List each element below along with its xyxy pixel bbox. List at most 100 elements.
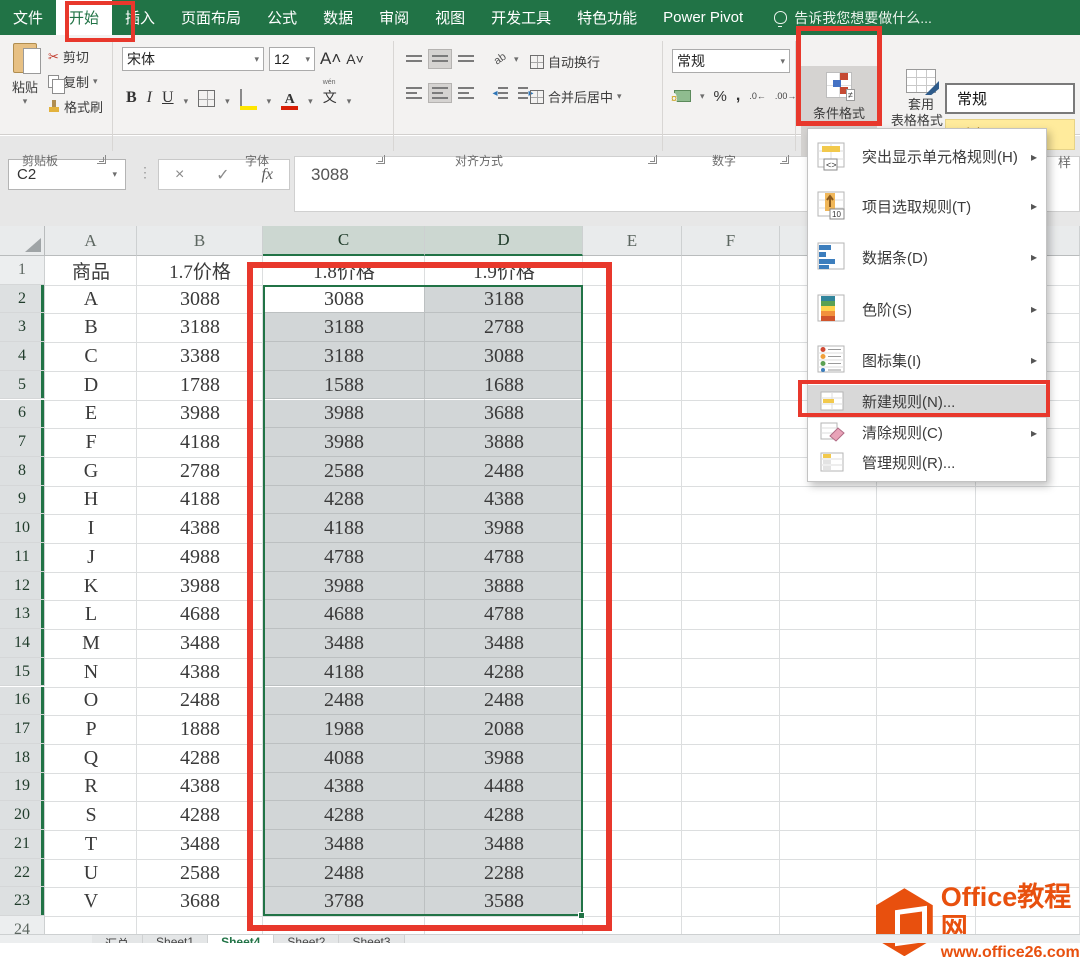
cell-D6[interactable]: 3688: [425, 400, 583, 429]
cell-D11[interactable]: 4788: [425, 543, 583, 572]
copy-button[interactable]: 复制▾: [48, 72, 103, 91]
borders-button[interactable]: [198, 90, 215, 107]
row-header-12[interactable]: 12: [0, 572, 45, 601]
cell-D9[interactable]: 4388: [425, 486, 583, 515]
underline-button[interactable]: U: [162, 89, 174, 107]
cell-D21[interactable]: 3488: [425, 830, 583, 859]
column-header-E[interactable]: E: [583, 226, 682, 256]
cell-B21[interactable]: 3488: [137, 830, 263, 859]
column-header-F[interactable]: F: [682, 226, 780, 256]
merge-center-button[interactable]: 合并后居中▾: [530, 87, 622, 106]
bold-button[interactable]: B: [126, 89, 137, 107]
row-header-13[interactable]: 13: [0, 600, 45, 629]
row-header-2[interactable]: 2: [0, 285, 45, 314]
cell-C4[interactable]: 3188: [263, 342, 425, 371]
row-header-18[interactable]: 18: [0, 744, 45, 773]
cell-D22[interactable]: 2288: [425, 859, 583, 888]
cell-A13[interactable]: L: [45, 600, 137, 629]
menubar-tab-视图[interactable]: 视图: [422, 0, 478, 35]
cell-C5[interactable]: 1588: [263, 371, 425, 400]
cell-D12[interactable]: 3888: [425, 572, 583, 601]
cell-C14[interactable]: 3488: [263, 629, 425, 658]
row-header-1[interactable]: 1: [0, 256, 45, 285]
menubar-tab-开发工具[interactable]: 开发工具: [478, 0, 564, 35]
cut-button[interactable]: ✂ 剪切: [48, 47, 103, 66]
sheet-tab-Sheet4[interactable]: Sheet4: [208, 935, 274, 943]
align-middle-button[interactable]: [428, 49, 452, 69]
sheet-tab-Sheet1[interactable]: Sheet1: [143, 935, 208, 943]
cell-D14[interactable]: 3488: [425, 629, 583, 658]
cell-A22[interactable]: U: [45, 859, 137, 888]
cell-B23[interactable]: 3688: [137, 887, 263, 916]
cell-C9[interactable]: 4288: [263, 486, 425, 515]
align-right-button[interactable]: [454, 83, 478, 103]
align-center-button[interactable]: [428, 83, 452, 103]
cell-A6[interactable]: E: [45, 400, 137, 429]
cell-B22[interactable]: 2588: [137, 859, 263, 888]
cell-C1[interactable]: 1.8价格: [263, 256, 425, 285]
cell-B4[interactable]: 3388: [137, 342, 263, 371]
cell-D15[interactable]: 4288: [425, 658, 583, 687]
cf-menu-item-data-bars[interactable]: 数据条(D)▸: [808, 231, 1046, 283]
cell-D10[interactable]: 3988: [425, 514, 583, 543]
sheet-tab-Sheet2[interactable]: Sheet2: [274, 935, 339, 943]
comma-style-button[interactable]: ,: [736, 87, 740, 105]
row-header-24[interactable]: 24: [0, 916, 45, 935]
tell-me-box[interactable]: 告诉我您想要做什么...: [774, 0, 932, 35]
cell-B10[interactable]: 4388: [137, 514, 263, 543]
cell-A20[interactable]: S: [45, 801, 137, 830]
cell-A2[interactable]: A: [45, 285, 137, 314]
row-header-19[interactable]: 19: [0, 773, 45, 802]
cell-D19[interactable]: 4488: [425, 773, 583, 802]
cell-C21[interactable]: 3488: [263, 830, 425, 859]
cf-menu-item-highlight-cells-rules[interactable]: <>突出显示单元格规则(H)▸: [808, 132, 1046, 181]
cell-B13[interactable]: 4688: [137, 600, 263, 629]
cell-A8[interactable]: G: [45, 457, 137, 486]
cell-C23[interactable]: 3788: [263, 887, 425, 916]
menubar-tab-开始[interactable]: 开始: [56, 0, 112, 35]
menubar-tab-Power Pivot[interactable]: Power Pivot: [650, 0, 756, 35]
cell-D5[interactable]: 1688: [425, 371, 583, 400]
cell-D4[interactable]: 3088: [425, 342, 583, 371]
menubar-tab-审阅[interactable]: 审阅: [366, 0, 422, 35]
row-header-3[interactable]: 3: [0, 313, 45, 342]
formula-bar-splitter[interactable]: ⋮: [138, 164, 152, 181]
cell-B5[interactable]: 1788: [137, 371, 263, 400]
cell-C17[interactable]: 1988: [263, 715, 425, 744]
align-top-button[interactable]: [402, 49, 426, 69]
cell-style-normal[interactable]: 常规: [945, 83, 1075, 114]
align-bottom-button[interactable]: [454, 49, 478, 69]
cell-A11[interactable]: J: [45, 543, 137, 572]
cell-C6[interactable]: 3988: [263, 400, 425, 429]
cell-B9[interactable]: 4188: [137, 486, 263, 515]
column-header-C[interactable]: C: [263, 226, 425, 256]
row-header-6[interactable]: 6: [0, 400, 45, 429]
percent-style-button[interactable]: %: [714, 88, 727, 105]
cell-B11[interactable]: 4988: [137, 543, 263, 572]
cell-B6[interactable]: 3988: [137, 400, 263, 429]
cell-B8[interactable]: 2788: [137, 457, 263, 486]
cell-D23[interactable]: 3588: [425, 887, 583, 916]
row-header-5[interactable]: 5: [0, 371, 45, 400]
cf-menu-item-manage-rules[interactable]: 管理规则(R)...: [808, 447, 1046, 478]
cell-A4[interactable]: C: [45, 342, 137, 371]
cell-B16[interactable]: 2488: [137, 687, 263, 716]
row-header-21[interactable]: 21: [0, 830, 45, 859]
menubar-tab-特色功能[interactable]: 特色功能: [564, 0, 650, 35]
font-name-select[interactable]: 宋体▾: [122, 47, 264, 71]
decrease-indent-button[interactable]: ◂: [488, 83, 512, 103]
number-dialog-launcher[interactable]: [780, 155, 789, 164]
cell-B19[interactable]: 4388: [137, 773, 263, 802]
cell-C20[interactable]: 4288: [263, 801, 425, 830]
cell-D13[interactable]: 4788: [425, 600, 583, 629]
cf-menu-item-icon-sets[interactable]: 图标集(I)▸: [808, 335, 1046, 385]
cell-B14[interactable]: 3488: [137, 629, 263, 658]
font-size-select[interactable]: 12▾: [269, 47, 315, 71]
cell-A23[interactable]: V: [45, 887, 137, 916]
alignment-dialog-launcher[interactable]: [648, 155, 657, 164]
paste-button[interactable]: 粘贴 ▾: [6, 43, 44, 129]
cf-menu-item-new-rule[interactable]: 新建规则(N)...: [808, 385, 1046, 418]
cell-A15[interactable]: N: [45, 658, 137, 687]
cell-A5[interactable]: D: [45, 371, 137, 400]
cell-B15[interactable]: 4388: [137, 658, 263, 687]
